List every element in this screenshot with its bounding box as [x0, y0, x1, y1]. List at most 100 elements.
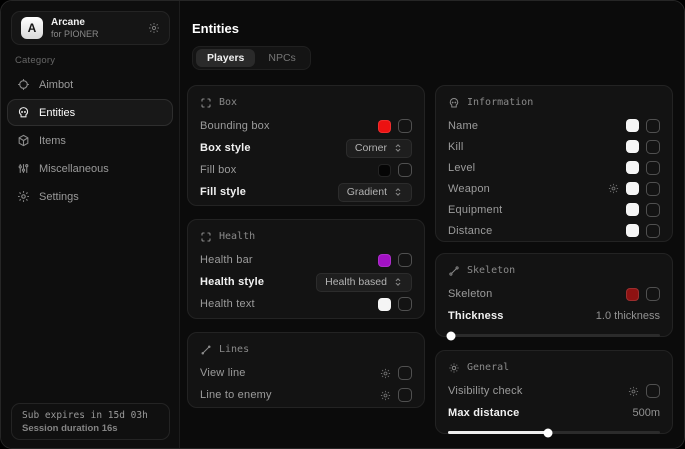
cube-icon [17, 134, 30, 147]
color-swatch[interactable] [378, 254, 391, 267]
setting-label: Fill style [200, 186, 246, 198]
color-swatch[interactable] [626, 182, 639, 195]
panel-title: Information [467, 97, 533, 108]
setting-label: Name [448, 120, 478, 132]
skeleton-panel-header: Skeleton [448, 262, 660, 279]
setting-label: Distance [448, 225, 492, 237]
visibility-check-checkbox[interactable] [646, 384, 660, 398]
selector-icon [393, 277, 403, 287]
sidebar-item-label: Aimbot [39, 79, 73, 91]
information-panel: Information Name Kill Level [435, 85, 673, 242]
setting-row: Skeleton [448, 283, 660, 305]
color-swatch[interactable] [626, 161, 639, 174]
box-style-dropdown[interactable]: Corner [346, 139, 412, 158]
sub-expiry-text: Sub expires in 15d 03h [22, 410, 159, 421]
fill-box-checkbox[interactable] [398, 163, 412, 177]
app-window: A Arcane for PIONER Category Aimbot [0, 0, 685, 449]
gear-icon [17, 190, 30, 203]
color-swatch[interactable] [378, 164, 391, 177]
gear-icon[interactable] [628, 386, 639, 397]
equipment-checkbox[interactable] [646, 203, 660, 217]
sidebar-item-aimbot[interactable]: Aimbot [7, 71, 173, 98]
health-text-checkbox[interactable] [398, 297, 412, 311]
gear-icon[interactable] [148, 22, 160, 34]
color-swatch[interactable] [626, 119, 639, 132]
panel-title: Skeleton [467, 265, 515, 276]
sidebar-item-entities[interactable]: Entities [7, 99, 173, 126]
corners-icon [200, 231, 212, 243]
tab-npcs[interactable]: NPCs [257, 49, 306, 67]
bone-icon [448, 265, 460, 277]
thickness-slider[interactable] [448, 334, 660, 337]
distance-checkbox[interactable] [646, 224, 660, 238]
setting-row: View line [200, 362, 412, 384]
gear-icon[interactable] [608, 183, 619, 194]
setting-label: Box style [200, 142, 251, 154]
setting-row: Max distance 500m [448, 402, 660, 424]
selector-icon [393, 143, 403, 153]
selector-icon [393, 187, 403, 197]
sidebar-item-settings[interactable]: Settings [7, 183, 173, 210]
gear-icon[interactable] [380, 368, 391, 379]
color-swatch[interactable] [626, 140, 639, 153]
sidebar-item-label: Settings [39, 191, 79, 203]
skeleton-checkbox[interactable] [646, 287, 660, 301]
color-swatch[interactable] [626, 203, 639, 216]
level-checkbox[interactable] [646, 161, 660, 175]
skull-icon [448, 97, 460, 109]
color-swatch[interactable] [626, 288, 639, 301]
box-panel-header: Box [200, 94, 412, 111]
line-to-enemy-checkbox[interactable] [398, 388, 412, 402]
weapon-checkbox[interactable] [646, 182, 660, 196]
gear-icon[interactable] [380, 390, 391, 401]
panel-title: Box [219, 97, 237, 108]
sun-icon [448, 362, 460, 374]
view-line-checkbox[interactable] [398, 366, 412, 380]
bounding-box-checkbox[interactable] [398, 119, 412, 133]
sidebar-nav: Aimbot Entities Items Miscellaneous [7, 71, 173, 210]
corners-icon [200, 97, 212, 109]
setting-row: Level [448, 157, 660, 178]
thickness-value: 1.0 thickness [596, 310, 660, 322]
box-panel: Box Bounding box Box style Corner [187, 85, 425, 206]
max-distance-slider[interactable] [448, 431, 660, 434]
setting-label: Max distance [448, 407, 519, 419]
color-swatch[interactable] [378, 120, 391, 133]
slider-fill [448, 431, 548, 434]
setting-label: Kill [448, 141, 463, 153]
general-panel-header: General [448, 359, 660, 376]
health-style-dropdown[interactable]: Health based [316, 273, 412, 292]
slider-thumb[interactable] [543, 428, 552, 437]
name-checkbox[interactable] [646, 119, 660, 133]
category-label: Category [15, 55, 55, 66]
panel-title: Health [219, 231, 255, 242]
setting-row: Fill style Gradient [200, 181, 412, 203]
health-bar-checkbox[interactable] [398, 253, 412, 267]
brand-card: A Arcane for PIONER [11, 11, 170, 45]
setting-label: Equipment [448, 204, 502, 216]
sidebar-item-items[interactable]: Items [7, 127, 173, 154]
slider-thumb[interactable] [447, 331, 456, 340]
setting-row: Health style Health based [200, 271, 412, 293]
kill-checkbox[interactable] [646, 140, 660, 154]
color-swatch[interactable] [626, 224, 639, 237]
dropdown-value: Health based [325, 276, 387, 288]
max-distance-value: 500m [632, 407, 660, 419]
setting-row: Name [448, 115, 660, 136]
session-duration-text: Session duration 16s [22, 423, 159, 434]
setting-label: Health style [200, 276, 264, 288]
setting-row: Weapon [448, 178, 660, 199]
tab-players[interactable]: Players [196, 49, 255, 67]
setting-row: Distance [448, 220, 660, 241]
sidebar-item-label: Items [39, 135, 66, 147]
setting-label: Line to enemy [200, 389, 272, 401]
crosshair-icon [17, 78, 30, 91]
fill-style-dropdown[interactable]: Gradient [338, 183, 412, 202]
dropdown-value: Corner [355, 142, 387, 154]
tab-bar: Players NPCs [192, 46, 311, 70]
sidebar-item-miscellaneous[interactable]: Miscellaneous [7, 155, 173, 182]
color-swatch[interactable] [378, 298, 391, 311]
setting-label: Visibility check [448, 385, 523, 397]
setting-row: Thickness 1.0 thickness [448, 305, 660, 327]
setting-label: Level [448, 162, 475, 174]
